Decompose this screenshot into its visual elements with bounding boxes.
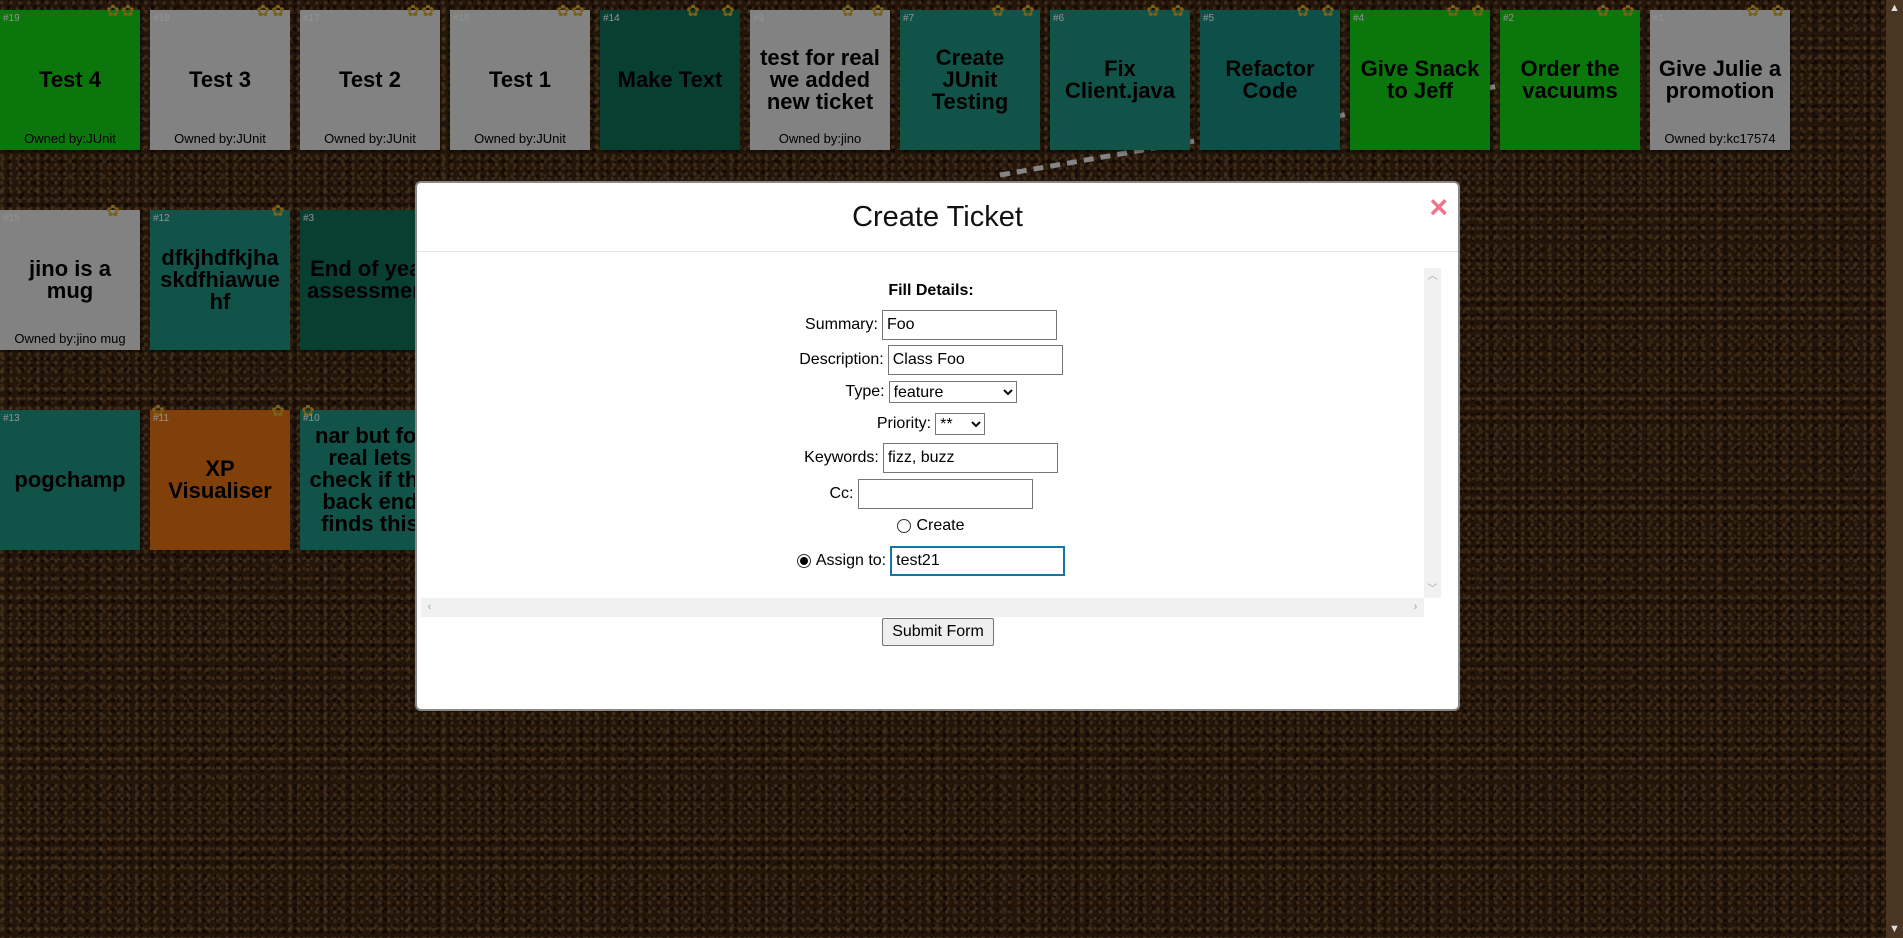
form-vertical-scrollbar[interactable]: ︿ ﹀ (1424, 268, 1441, 598)
type-select[interactable]: feature (888, 381, 1017, 403)
keywords-input[interactable] (882, 443, 1058, 473)
scroll-down-arrow-icon[interactable]: ▼ (1886, 921, 1903, 938)
type-row: Type: feature (421, 381, 1441, 403)
fill-details-row: Fill Details: (421, 282, 1441, 300)
create-ticket-modal: Create Ticket × Fill Details: Summary: D… (415, 181, 1460, 711)
create-radio[interactable] (897, 519, 912, 533)
priority-row: Priority: ** (421, 413, 1441, 435)
summary-label: Summary: (805, 316, 878, 333)
cc-row: Cc: (421, 479, 1441, 509)
form-frame: Fill Details: Summary: Description: Type… (421, 268, 1441, 617)
modal-title: Create Ticket (852, 200, 1023, 233)
assign-radio-label: Assign to: (815, 552, 887, 569)
type-label: Type: (845, 383, 885, 400)
scroll-up-arrow-icon[interactable]: ▲ (1886, 0, 1903, 17)
scroll-left-arrow-icon[interactable]: ‹ (421, 598, 438, 617)
description-row: Description: (421, 345, 1441, 375)
summary-row: Summary: (421, 310, 1441, 340)
assign-option-row: Assign to: (421, 546, 1441, 576)
assign-to-input[interactable] (890, 546, 1066, 576)
close-icon[interactable]: × (1429, 191, 1448, 223)
cc-label: Cc: (829, 485, 854, 502)
scroll-right-arrow-icon[interactable]: › (1407, 598, 1424, 617)
priority-label: Priority: (876, 415, 932, 432)
modal-header: Create Ticket × (417, 183, 1458, 252)
page-scrollbar[interactable]: ▲ ▼ (1886, 0, 1903, 938)
scroll-up-arrow-icon[interactable]: ︿ (1424, 268, 1441, 285)
submit-form-button[interactable]: Submit Form (882, 618, 994, 646)
create-radio-label: Create (916, 517, 965, 534)
assign-radio[interactable] (796, 554, 811, 568)
summary-input[interactable] (881, 310, 1057, 340)
ticket-form: Fill Details: Summary: Description: Type… (421, 268, 1441, 598)
description-input[interactable] (887, 345, 1063, 375)
description-label: Description: (799, 351, 884, 368)
keywords-label: Keywords: (804, 449, 879, 466)
form-horizontal-scrollbar[interactable]: ‹ › (421, 598, 1424, 617)
fill-details-heading: Fill Details: (888, 282, 974, 299)
create-option-row: Create (421, 516, 1441, 536)
cc-input[interactable] (857, 479, 1033, 509)
keywords-row: Keywords: (421, 443, 1441, 473)
priority-select[interactable]: ** (935, 413, 986, 435)
scroll-down-arrow-icon[interactable]: ﹀ (1424, 581, 1441, 598)
